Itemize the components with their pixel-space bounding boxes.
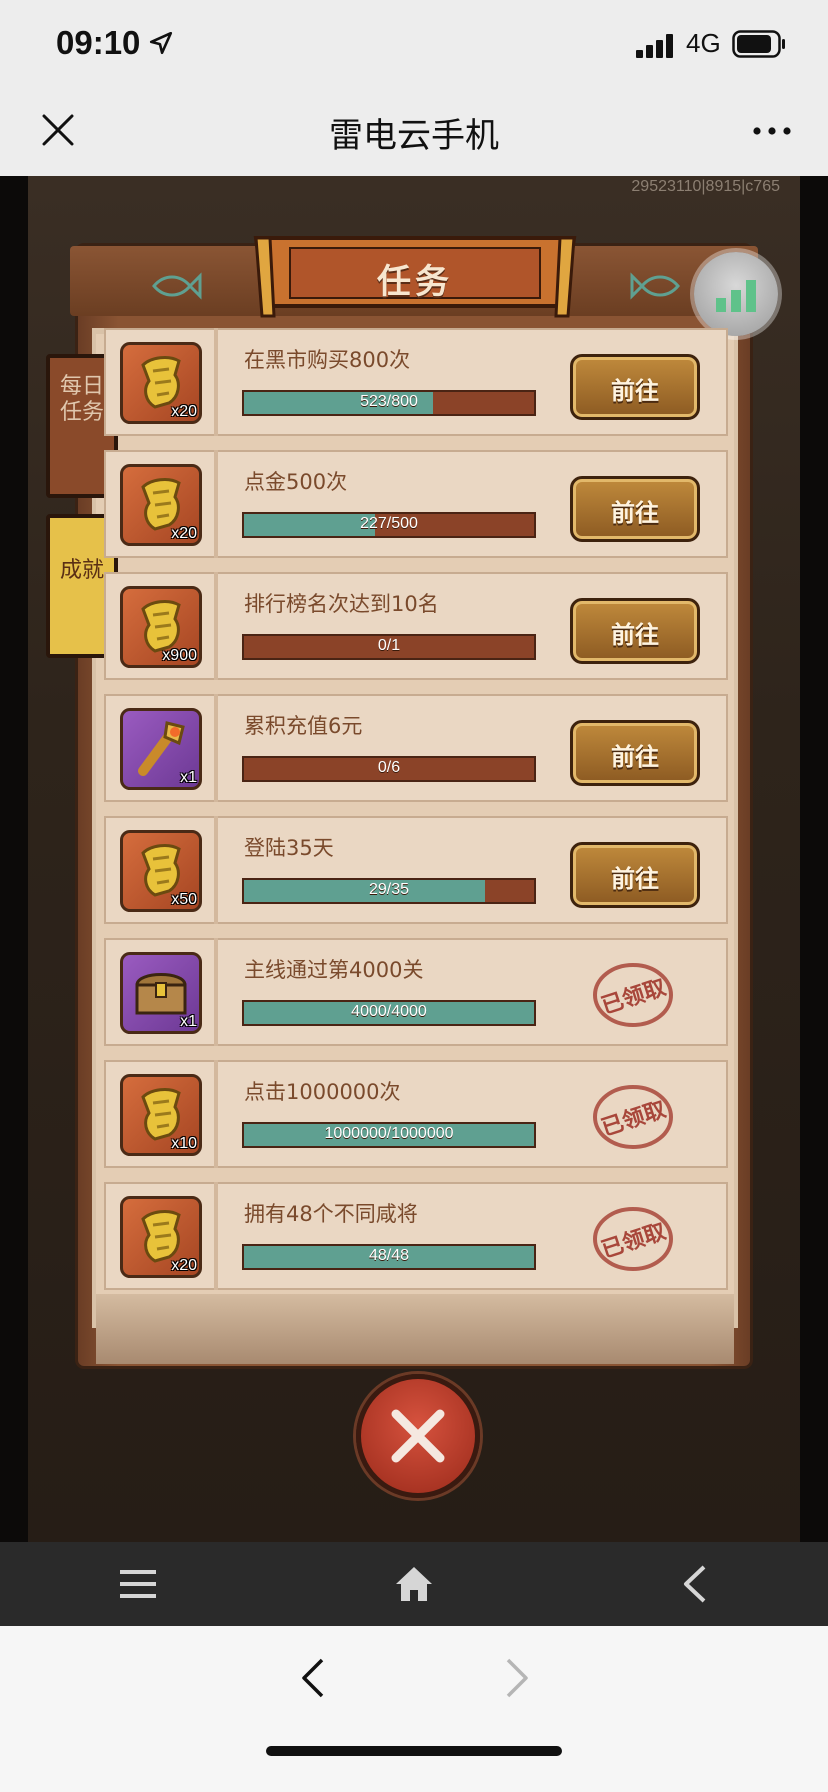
task-row: x1 主线通过第4000关 4000/4000 已领取 [104, 938, 728, 1046]
progress-bar: 4000/4000 [242, 1000, 536, 1026]
task-name: 在黑市购买800次 [244, 348, 411, 372]
reward-quantity: x10 [171, 1135, 197, 1152]
reward-quantity: x1 [180, 769, 197, 786]
progress-bar: 523/800 [242, 390, 536, 416]
progress-text: 1000000/1000000 [324, 1125, 454, 1142]
reward-quantity: x50 [171, 891, 197, 908]
cellular-signal-icon [636, 34, 673, 58]
row-divider [214, 450, 218, 558]
task-row: x20 在黑市购买800次 523/800 前往 [104, 328, 728, 436]
task-name: 主线通过第4000关 [244, 958, 424, 982]
row-divider [214, 1060, 218, 1168]
go-button[interactable]: 前往 [570, 842, 700, 908]
more-options-icon[interactable] [752, 124, 792, 138]
claimed-label: 已领取 [598, 1218, 669, 1263]
claimed-stamp: 已领取 [593, 1207, 673, 1271]
go-button[interactable]: 前往 [570, 476, 700, 542]
back-icon[interactable] [676, 1564, 716, 1604]
page-title: 雷电云手机 [329, 116, 499, 156]
reward-quantity: x20 [171, 1257, 197, 1274]
progress-text: 523/800 [360, 393, 418, 410]
battery-icon [732, 30, 785, 58]
task-row: x20 点金500次 227/500 前往 [104, 450, 728, 558]
task-row: x50 登陆35天 29/35 前往 [104, 816, 728, 924]
task-name: 拥有48个不同咸将 [244, 1202, 418, 1226]
reward-item[interactable]: x50 [120, 830, 202, 912]
claimed-stamp: 已领取 [593, 963, 673, 1027]
location-arrow-icon [149, 31, 173, 55]
task-name: 排行榜名次达到10名 [244, 592, 439, 616]
task-name: 点击1000000次 [244, 1080, 401, 1104]
progress-text: 48/48 [368, 1247, 410, 1264]
signal-bars-icon [716, 280, 756, 312]
task-name: 累积充值6元 [244, 714, 363, 738]
task-list[interactable]: x20 在黑市购买800次 523/800 前往 x20 点金500次 227/… [104, 310, 728, 1392]
go-button[interactable]: 前往 [570, 720, 700, 786]
status-bar: 09:10 4G [0, 0, 828, 90]
status-time: 09:10 [56, 24, 141, 61]
progress-text: 4000/4000 [351, 1003, 427, 1020]
row-divider [214, 572, 218, 680]
go-button[interactable]: 前往 [570, 354, 700, 420]
progress-bar: 1000000/1000000 [242, 1122, 536, 1148]
browser-bottom-bar [0, 1626, 828, 1792]
progress-text: 0/1 [377, 637, 401, 654]
task-row: x10 点击1000000次 1000000/1000000 已领取 [104, 1060, 728, 1168]
progress-bar: 227/500 [242, 512, 536, 538]
claimed-label: 已领取 [598, 974, 669, 1019]
game-session-id: 29523110|8915|c765 [631, 178, 780, 195]
progress-bar: 48/48 [242, 1244, 536, 1270]
claimed-label: 已领取 [598, 1096, 669, 1141]
title-banner [253, 236, 577, 318]
fish-ornament-icon [630, 272, 680, 300]
go-button-label: 前往 [611, 499, 659, 527]
row-divider [214, 1182, 218, 1290]
progress-text: 227/500 [360, 515, 418, 532]
task-name: 登陆35天 [244, 836, 334, 860]
close-icon [391, 1409, 445, 1463]
network-type: 4G [686, 28, 721, 58]
reward-item[interactable]: x20 [120, 464, 202, 546]
claimed-stamp: 已领取 [593, 1085, 673, 1149]
game-viewport[interactable]: 29523110|8915|c765 任务 每日任务 成就 x20 在黑市购买8… [0, 176, 828, 1542]
reward-item[interactable]: x20 [120, 342, 202, 424]
browser-forward-icon[interactable] [498, 1656, 534, 1700]
row-divider [214, 694, 218, 802]
title-bar: 雷电云手机 [0, 90, 828, 176]
reward-quantity: x20 [171, 403, 197, 420]
task-name: 点金500次 [244, 470, 348, 494]
go-button-label: 前往 [611, 743, 659, 771]
reward-item[interactable]: x10 [120, 1074, 202, 1156]
task-row: x900 排行榜名次达到10名 0/1 前往 [104, 572, 728, 680]
close-panel-button[interactable] [356, 1374, 480, 1498]
go-button[interactable]: 前往 [570, 598, 700, 664]
row-divider [214, 938, 218, 1046]
task-row: x20 拥有48个不同咸将 48/48 已领取 [104, 1182, 728, 1290]
progress-text: 29/35 [368, 881, 410, 898]
browser-back-icon[interactable] [296, 1656, 332, 1700]
go-button-label: 前往 [611, 865, 659, 893]
reward-quantity: x900 [162, 647, 197, 664]
menu-icon[interactable] [118, 1564, 158, 1604]
reward-quantity: x1 [180, 1013, 197, 1030]
reward-quantity: x20 [171, 525, 197, 542]
reward-item[interactable]: x20 [120, 1196, 202, 1278]
row-divider [214, 328, 218, 436]
reward-item[interactable]: x1 [120, 952, 202, 1034]
home-icon[interactable] [394, 1564, 434, 1604]
go-button-label: 前往 [611, 621, 659, 649]
go-button-label: 前往 [611, 377, 659, 405]
progress-bar: 0/6 [242, 756, 536, 782]
progress-text: 0/6 [377, 759, 401, 776]
home-indicator [266, 1746, 562, 1756]
row-divider [214, 816, 218, 924]
reward-item[interactable]: x900 [120, 586, 202, 668]
progress-bar: 29/35 [242, 878, 536, 904]
reward-item[interactable]: x1 [120, 708, 202, 790]
task-row: x1 累积充值6元 0/6 前往 [104, 694, 728, 802]
progress-bar: 0/1 [242, 634, 536, 660]
fish-ornament-icon [152, 272, 202, 300]
cloud-phone-nav-bar [0, 1542, 828, 1626]
